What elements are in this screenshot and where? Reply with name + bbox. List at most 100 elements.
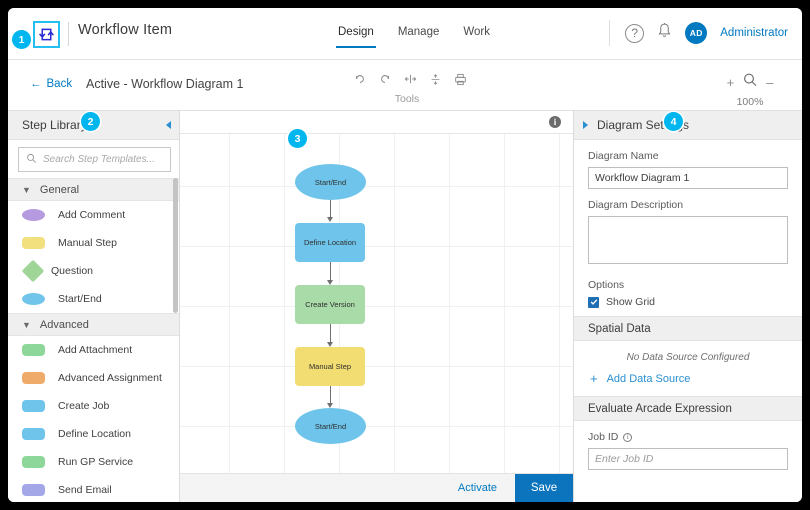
search-input[interactable]	[43, 154, 163, 165]
show-grid-checkbox[interactable]	[588, 297, 599, 308]
step-swatch-ellipse	[22, 293, 45, 305]
tool-icon-row	[353, 72, 473, 86]
tab-manage[interactable]: Manage	[398, 26, 440, 48]
step-marker-number: 3	[295, 133, 301, 145]
show-grid-option-row[interactable]: Show Grid	[588, 296, 788, 308]
edge-4	[330, 386, 331, 403]
edge-2	[330, 262, 331, 280]
step-library-title: Step Library	[22, 118, 87, 132]
tools-group: Tools	[353, 72, 473, 105]
workflow-cycle-icon[interactable]	[33, 21, 60, 48]
question-mark-icon[interactable]: ?	[625, 24, 644, 43]
job-id-input[interactable]	[588, 448, 788, 470]
back-button-label: Back	[47, 78, 73, 90]
main-nav-tabs: Design Manage Work	[338, 26, 490, 48]
spatial-data-section-header: Spatial Data	[574, 316, 802, 341]
print-icon[interactable]	[453, 72, 467, 86]
diagram-settings-panel: Diagram Settings Diagram Name Diagram De…	[573, 111, 802, 502]
activate-button[interactable]: Activate	[440, 482, 515, 494]
options-label: Options	[588, 279, 788, 291]
step-item-label: Advanced Assignment	[58, 372, 162, 384]
redo-icon[interactable]	[378, 72, 392, 86]
zoom-in-button[interactable]: +	[727, 75, 735, 90]
step-item-manual-step[interactable]: Manual Step	[8, 229, 179, 257]
node-start-end-bottom[interactable]: Start/End	[295, 408, 366, 444]
step-item-add-attachment[interactable]: Add Attachment	[8, 336, 179, 364]
step-item-label: Add Attachment	[58, 344, 132, 356]
sub-header-toolbar: ← Back Active - Workflow Diagram 1	[8, 60, 802, 111]
step-marker-3: 3	[288, 129, 307, 148]
step-library-list[interactable]: ▼ General Add Comment Manual Step Questi…	[8, 178, 179, 502]
node-label: Start/End	[315, 422, 346, 431]
header-actions-divider	[609, 20, 610, 46]
node-manual-step[interactable]: Manual Step	[295, 347, 365, 386]
save-button[interactable]: Save	[515, 474, 573, 503]
zoom-out-button[interactable]: –	[766, 75, 773, 90]
arcade-title: Evaluate Arcade Expression	[588, 403, 732, 415]
step-item-label: Manual Step	[58, 237, 117, 249]
node-define-location[interactable]: Define Location	[295, 223, 365, 262]
scrollbar-thumb[interactable]	[173, 178, 178, 313]
diagram-canvas[interactable]: Start/End Define Location Create Version…	[180, 134, 573, 473]
chevron-down-icon: ▼	[22, 320, 31, 330]
step-swatch-rounded	[22, 237, 45, 249]
step-item-label: Send Email	[58, 484, 112, 496]
header-actions: ? AD Administrator	[609, 20, 788, 46]
step-library-scrollbar[interactable]	[173, 178, 178, 502]
job-id-label-row: Job ID i	[588, 431, 788, 443]
diagram-description-textarea[interactable]	[588, 216, 788, 264]
step-marker-number: 2	[88, 116, 94, 128]
tab-design[interactable]: Design	[338, 26, 374, 48]
back-button[interactable]: ← Back	[30, 78, 72, 90]
group-header-advanced[interactable]: ▼ Advanced	[8, 313, 179, 336]
arrowhead-1	[327, 217, 333, 222]
info-icon[interactable]: i	[549, 116, 561, 128]
group-header-general[interactable]: ▼ General	[8, 178, 179, 201]
step-swatch-rounded	[22, 484, 45, 496]
user-name-label[interactable]: Administrator	[720, 27, 788, 39]
step-item-start-end[interactable]: Start/End	[8, 285, 179, 313]
diagram-name-label: Diagram Name	[588, 150, 788, 162]
step-marker-number: 4	[671, 116, 677, 128]
chevron-down-icon: ▼	[22, 185, 31, 195]
info-circle-icon[interactable]: i	[623, 433, 632, 442]
step-swatch-ellipse	[22, 209, 45, 221]
bell-icon[interactable]	[657, 22, 672, 44]
step-item-create-job[interactable]: Create Job	[8, 392, 179, 420]
undo-icon[interactable]	[353, 72, 367, 86]
avatar[interactable]: AD	[685, 22, 707, 44]
step-item-send-email[interactable]: Send Email	[8, 476, 179, 502]
add-data-source-button[interactable]: + Add Data Source	[574, 372, 802, 396]
node-create-version[interactable]: Create Version	[295, 285, 365, 324]
tab-work[interactable]: Work	[463, 26, 490, 48]
node-label: Create Version	[305, 300, 355, 309]
chevron-right-icon[interactable]	[583, 121, 588, 129]
step-item-run-gp-service[interactable]: Run GP Service	[8, 448, 179, 476]
align-horizontal-icon[interactable]	[403, 72, 417, 86]
step-swatch-diamond	[22, 260, 45, 283]
step-item-add-comment[interactable]: Add Comment	[8, 201, 179, 229]
diagram-settings-body: Diagram Name Diagram Description Options…	[574, 140, 802, 316]
magnifier-icon[interactable]	[742, 72, 758, 93]
diagram-name-input[interactable]	[588, 167, 788, 189]
chevron-left-icon[interactable]	[166, 121, 171, 129]
arcade-section-header: Evaluate Arcade Expression	[574, 396, 802, 421]
step-item-label: Add Comment	[58, 209, 125, 221]
canvas-topbar: i	[180, 111, 573, 134]
add-data-source-label: Add Data Source	[607, 373, 691, 385]
node-start-end-top[interactable]: Start/End	[295, 164, 366, 200]
align-vertical-icon[interactable]	[428, 72, 442, 86]
step-item-define-location[interactable]: Define Location	[8, 420, 179, 448]
app-window: Workflow Item Design Manage Work ? AD Ad…	[8, 8, 802, 502]
step-swatch-rounded	[22, 344, 45, 356]
step-swatch-rounded	[22, 456, 45, 468]
search-step-templates-box[interactable]	[18, 147, 171, 172]
canvas-footer-bar: Activate Save	[180, 473, 573, 502]
plus-icon: +	[590, 372, 598, 385]
step-marker-number: 1	[19, 34, 25, 46]
spatial-data-title: Spatial Data	[588, 323, 651, 335]
diagram-status-label[interactable]: Active - Workflow Diagram 1	[86, 77, 243, 91]
group-label: General	[40, 184, 79, 196]
step-item-question[interactable]: Question	[8, 257, 179, 285]
step-item-advanced-assignment[interactable]: Advanced Assignment	[8, 364, 179, 392]
